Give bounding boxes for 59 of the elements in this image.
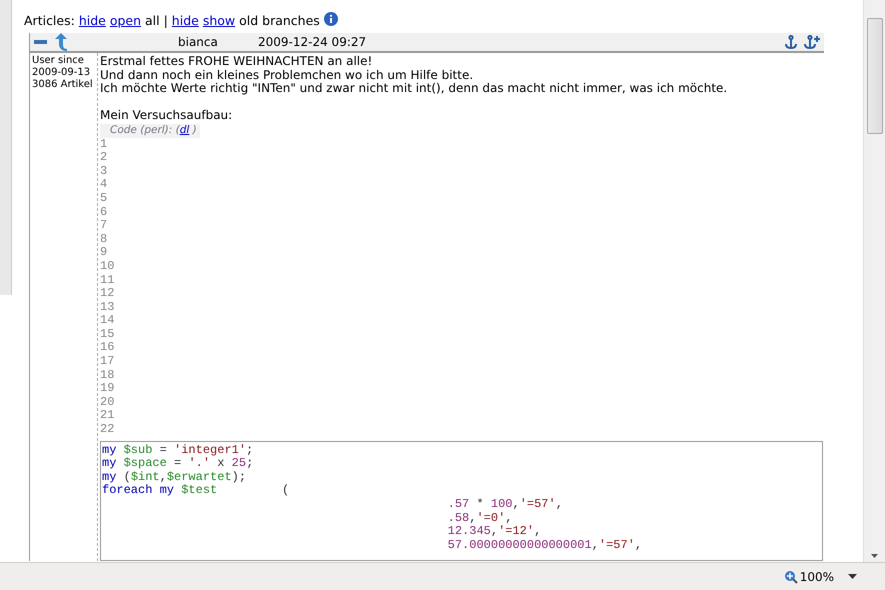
anchor-plus-icon[interactable] [804,34,820,50]
post-text: Und dann noch ein kleines Problemchen wo ich um Hilfe bitte. [100,68,474,82]
toggle-link[interactable]: open [110,13,142,28]
line-number: 18 [100,368,116,382]
collapse-icon[interactable] [34,38,48,46]
download-link[interactable]: dl [180,124,190,136]
toolbar-text: old branches [239,13,320,28]
up-arrow-icon[interactable] [54,33,68,51]
line-number: 7 [100,219,108,233]
scrollbar[interactable] [863,0,885,562]
zoom-icon[interactable] [784,570,798,584]
scroll-down-icon[interactable] [871,554,878,558]
line-number: 20 [100,396,116,410]
line-number: 11 [100,274,116,288]
author-name: bianca [178,34,219,51]
code-line: .58,'=0', [446,512,514,525]
line-number: 14 [100,314,116,328]
post-date: 2009-12-24 09:27 [258,34,366,51]
line-number: 6 [100,206,108,220]
line-number: 9 [100,246,108,260]
post-text: Mein Versuchsaufbau: [100,109,234,123]
line-number: 13 [100,300,116,314]
user-info: 3086 Artikel [32,79,94,91]
line-number: 22 [100,423,116,437]
user-info: 2009-09-13 [32,67,92,79]
code-line: my ($int,$erwartet); [102,470,248,484]
dropdown-caret-icon[interactable] [848,574,857,579]
user-info: User since [32,55,85,67]
code-caption: Code (perl): (dl ) [100,124,200,138]
line-number: 19 [100,382,116,396]
toggle-link[interactable]: show [202,13,236,28]
line-number: 15 [100,328,116,342]
line-number: 17 [100,355,116,369]
code-line: .57 * 100,'=57', [446,498,564,512]
line-number: 3 [100,164,108,178]
anchor-icon[interactable] [784,34,798,50]
line-number: 21 [100,409,116,424]
line-number: 5 [100,192,108,206]
line-number: 2 [100,151,108,165]
line-number: 1 [100,138,108,152]
info-icon[interactable] [324,12,338,26]
code-line: 12.345,'=12', [446,525,542,539]
line-number: 16 [100,341,116,356]
toggle-link[interactable]: hide [172,13,199,28]
post-text: Erstmal fettes FROHE WEIHNACHTEN an alle! [100,55,374,69]
code-line: 57.00000000000000001,'=57', [446,538,644,552]
line-number: 4 [100,178,108,192]
zoom-level[interactable]: 100% [800,568,834,586]
line-number: 12 [100,287,116,301]
post-text: Ich möchte Werte richtig "INTen" und zwar nicht mit int(), denn das macht nicht immer, was ich möchte. [100,82,728,96]
code-line: my $sub = 'integer1'; [102,444,254,457]
code-line: my $space = '.' x 25; [102,457,254,471]
toggle-link[interactable]: hide [78,13,106,28]
line-number: 10 [100,260,116,274]
articles-label: Articles: [24,13,75,28]
code-line: foreach my $test ( [102,484,290,498]
line-number: 8 [100,232,108,246]
scrollbar-thumb[interactable] [866,18,882,134]
toolbar-text: all | [145,13,168,28]
